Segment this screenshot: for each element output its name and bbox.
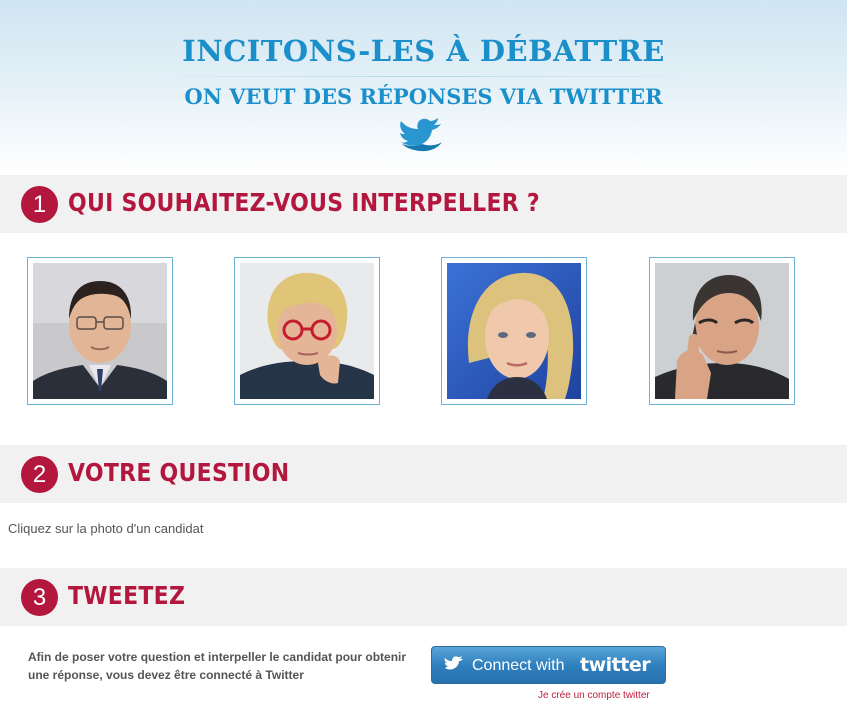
step-number-1: 1 — [21, 186, 58, 223]
title-divider — [135, 76, 715, 77]
page-header: INCITONS-LES À DÉBATTRE ON VEUT DES RÉPO… — [0, 0, 847, 172]
step-number-2: 2 — [21, 456, 58, 493]
connect-button-label: Connect with — [472, 657, 565, 674]
create-twitter-account-link[interactable]: Je crée un compte twitter — [538, 690, 650, 701]
connect-with-twitter-button[interactable]: Connect with twitter — [431, 646, 666, 684]
twitter-bird-icon — [400, 118, 442, 152]
section-1-title: QUI SOUHAITEZ-VOUS INTERPELLER ? — [68, 188, 540, 217]
page-subtitle: ON VEUT DES RÉPONSES VIA TWITTER — [184, 84, 663, 109]
page-title: INCITONS-LES À DÉBATTRE — [182, 34, 665, 68]
step-number-3: 3 — [21, 579, 58, 616]
section-2-bar: 2 VOTRE QUESTION — [0, 445, 847, 503]
section-2-title: VOTRE QUESTION — [68, 458, 290, 487]
tweet-instructions: Afin de poser votre question et interpel… — [28, 650, 407, 682]
candidate-portrait-4 — [655, 263, 789, 399]
section-3-title: TWEETEZ — [68, 581, 186, 610]
twitter-bird-icon — [444, 656, 463, 670]
section-1-bar: 1 QUI SOUHAITEZ-VOUS INTERPELLER ? — [0, 175, 847, 233]
candidate-photo-2[interactable] — [234, 257, 380, 405]
candidate-photo-1[interactable] — [27, 257, 173, 405]
candidate-portrait-2 — [240, 263, 374, 399]
candidate-photo-3[interactable] — [441, 257, 587, 405]
candidate-photo-4[interactable] — [649, 257, 795, 405]
section-3-bar: 3 TWEETEZ — [0, 568, 847, 626]
candidate-portrait-1 — [33, 263, 167, 399]
question-instruction: Cliquez sur la photo d'un candidat — [8, 521, 204, 536]
twitter-wordmark: twitter — [580, 654, 651, 676]
candidate-portrait-3 — [447, 263, 581, 399]
